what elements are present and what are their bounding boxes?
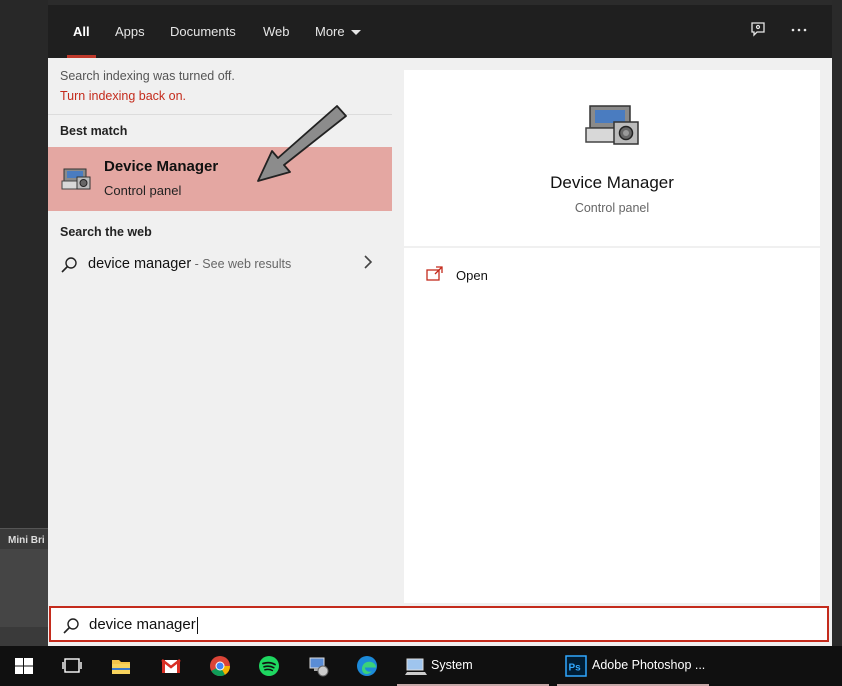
search-box[interactable]: device manager: [49, 606, 829, 642]
tab-more[interactable]: More: [315, 5, 361, 58]
svg-text:Ps: Ps: [569, 663, 582, 674]
device-manager-large-icon: [585, 105, 639, 145]
search-tabs-bar: All Apps Documents Web More: [48, 5, 832, 58]
spotify-icon[interactable]: [258, 655, 280, 677]
search-icon: [61, 257, 77, 273]
chevron-down-icon: [350, 30, 361, 36]
open-icon: [426, 266, 443, 281]
divider: [48, 114, 392, 115]
best-match-heading: Best match: [60, 124, 128, 138]
tab-apps[interactable]: Apps: [115, 5, 145, 58]
system-icon: [405, 658, 427, 675]
edge-icon[interactable]: [356, 655, 378, 677]
text-cursor: [196, 616, 198, 634]
file-explorer-icon[interactable]: [110, 655, 132, 677]
web-result[interactable]: device manager - See web results: [48, 248, 392, 282]
mini-bridge-label: Mini Bri: [8, 535, 45, 546]
indexing-notice: Search indexing was turned off.: [60, 69, 235, 83]
search-panel: All Apps Documents Web More Search index…: [48, 5, 832, 646]
tab-documents[interactable]: Documents: [170, 5, 236, 58]
task-view-icon[interactable]: [61, 655, 83, 677]
taskbar: System Ps Adobe Photoshop ...: [0, 646, 842, 686]
turn-indexing-on-link[interactable]: Turn indexing back on.: [60, 89, 186, 103]
tab-all[interactable]: All: [67, 5, 96, 58]
results-pane: Search indexing was turned off. Turn ind…: [48, 58, 392, 603]
search-web-heading: Search the web: [60, 225, 152, 239]
preview-title: Device Manager: [550, 173, 674, 192]
search-input[interactable]: device manager: [89, 616, 196, 633]
taskbar-app-system[interactable]: System: [397, 646, 549, 686]
background-app-right: [832, 0, 842, 646]
chevron-right-icon[interactable]: [362, 254, 374, 270]
photoshop-icon: Ps: [565, 655, 587, 677]
search-icon: [63, 618, 79, 634]
best-match-subtitle: Control panel: [104, 183, 182, 198]
preview-subtitle: Control panel: [574, 201, 650, 215]
taskbar-app-photoshop[interactable]: Ps Adobe Photoshop ...: [557, 646, 709, 686]
feedback-icon[interactable]: [747, 20, 769, 42]
network-icon[interactable]: [307, 655, 329, 677]
mini-bridge-panel: Mini Bri: [0, 528, 48, 647]
open-label: Open: [456, 268, 488, 283]
more-options-icon[interactable]: [788, 20, 810, 42]
preview-pane: Device Manager Control panel Open: [404, 70, 820, 603]
web-hint: - See web results: [191, 257, 292, 271]
device-manager-icon: [61, 168, 91, 190]
preview-divider: [404, 246, 820, 248]
gmail-icon[interactable]: [160, 655, 182, 677]
chrome-icon[interactable]: [209, 655, 231, 677]
best-match-result[interactable]: Device Manager Control panel: [48, 147, 392, 211]
windows-start-icon[interactable]: [13, 655, 35, 677]
web-query: device manager: [88, 256, 192, 272]
tab-web[interactable]: Web: [263, 5, 290, 58]
best-match-title: Device Manager: [104, 158, 219, 175]
